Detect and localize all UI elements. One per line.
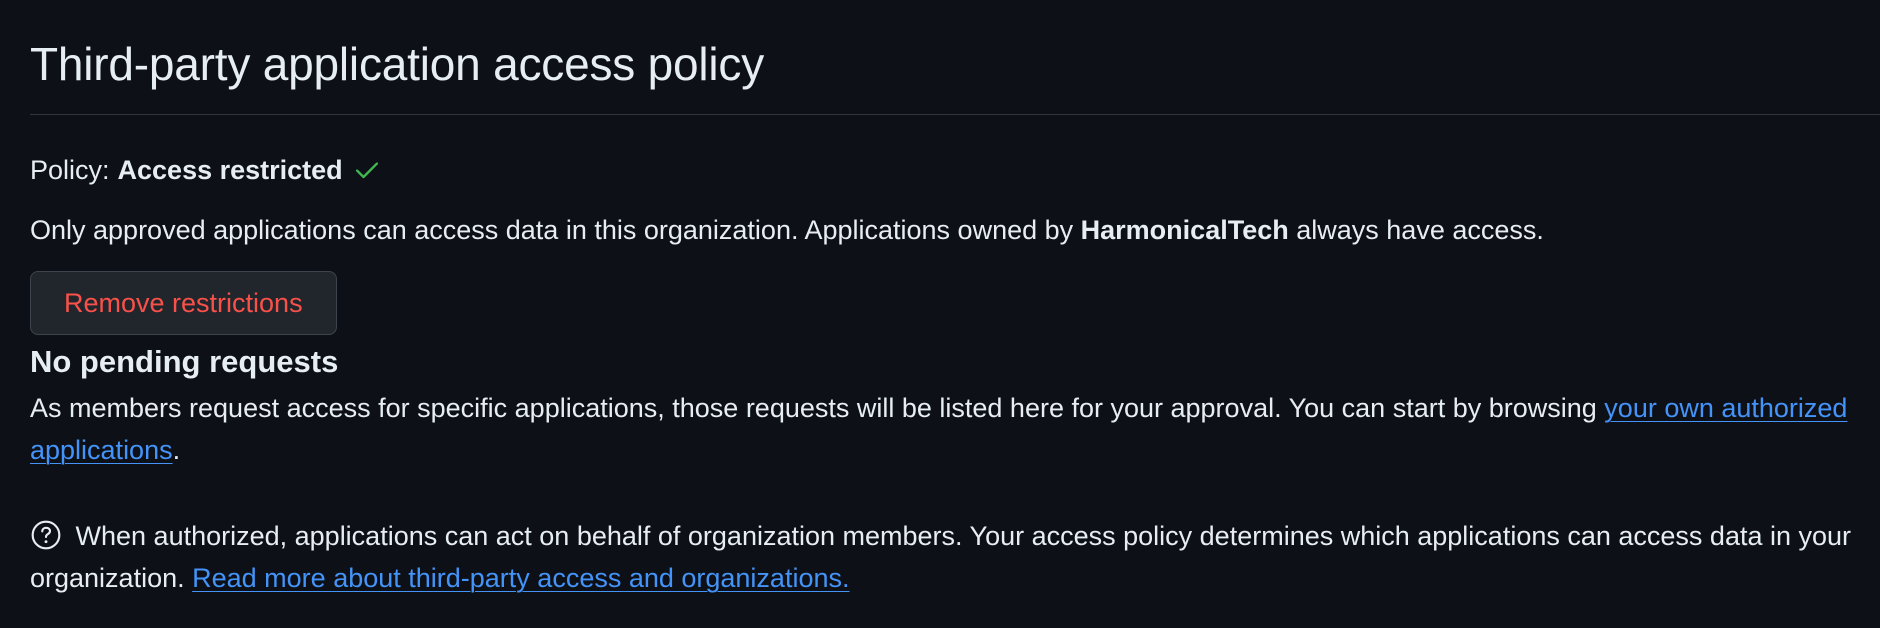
settings-section: Third-party application access policy Po… <box>30 0 1880 599</box>
pending-requests-body: As members request access for specific a… <box>30 387 1855 471</box>
remove-restrictions-button[interactable]: Remove restrictions <box>30 271 337 335</box>
policy-description-text-end: always have access. <box>1296 215 1544 245</box>
organization-name: HarmonicalTech <box>1080 215 1289 245</box>
page-title: Third-party application access policy <box>30 38 765 90</box>
policy-label: Policy: <box>30 155 110 185</box>
pending-requests-text: As members request access for specific a… <box>30 393 1597 423</box>
policy-description: Only approved applications can access da… <box>30 213 1880 247</box>
question-circle-icon <box>30 519 62 551</box>
policy-status: Policy: Access restricted <box>30 153 1880 187</box>
policy-description-text: Only approved applications can access da… <box>30 215 1074 245</box>
pending-requests-period: . <box>172 435 181 465</box>
check-icon <box>353 156 381 184</box>
policy-value: Access restricted <box>117 155 343 185</box>
title-divider <box>30 114 1880 115</box>
pending-requests-heading: No pending requests <box>30 344 339 379</box>
access-policy-note: When authorized, applications can act on… <box>30 515 1855 599</box>
read-more-link[interactable]: Read more about third-party access and o… <box>192 563 849 593</box>
